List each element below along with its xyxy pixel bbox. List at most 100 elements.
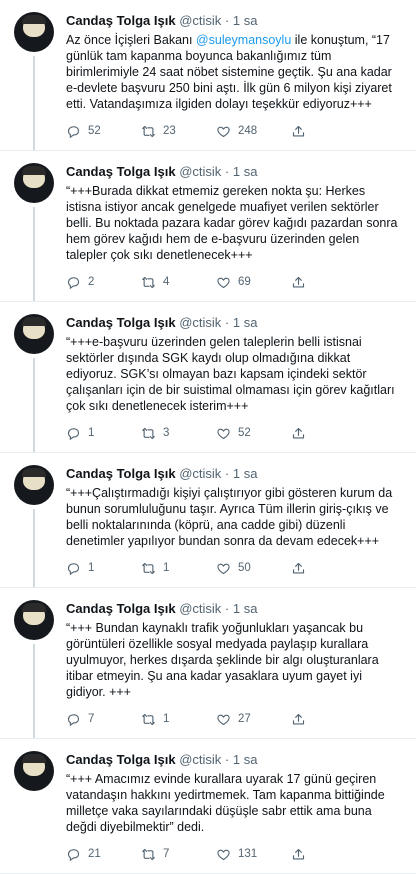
like-button[interactable]: 50 bbox=[216, 561, 291, 576]
retweet-icon bbox=[142, 562, 155, 574]
share-button[interactable] bbox=[291, 561, 313, 576]
tweet-actions: 1 1 50 bbox=[66, 559, 402, 577]
reply-button[interactable]: 1 bbox=[66, 561, 141, 576]
tweet-text-part: “+++ Amacımız evinde kurallara uyarak 17… bbox=[66, 772, 385, 834]
author-handle[interactable]: @ctisik bbox=[179, 13, 221, 28]
reply-button[interactable]: 21 bbox=[66, 847, 141, 862]
tweet-left-column bbox=[14, 163, 54, 301]
share-icon bbox=[292, 562, 305, 573]
avatar-badge bbox=[17, 492, 51, 501]
tweet-actions: 52 23 248 bbox=[66, 122, 402, 140]
author-handle[interactable]: @ctisik bbox=[179, 752, 221, 767]
avatar[interactable] bbox=[14, 12, 54, 52]
author-name[interactable]: Candaş Tolga Işık bbox=[66, 315, 176, 330]
like-button[interactable]: 131 bbox=[216, 847, 291, 862]
retweet-button[interactable]: 7 bbox=[141, 847, 216, 862]
tweet-time[interactable]: 1 sa bbox=[233, 752, 258, 767]
share-button[interactable] bbox=[291, 712, 313, 727]
separator-dot: · bbox=[224, 315, 230, 330]
like-button[interactable]: 248 bbox=[216, 124, 291, 139]
tweet[interactable]: Candaş Tolga Işık @ctisik · 1 sa “+++Çal… bbox=[0, 453, 416, 588]
avatar-hair bbox=[22, 166, 46, 175]
tweet-text-part: “+++e-başvuru üzerinden gelen taleplerin… bbox=[66, 335, 395, 413]
tweet-text: “+++ Amacımız evinde kurallara uyarak 17… bbox=[66, 771, 402, 835]
reply-count: 2 bbox=[88, 276, 95, 288]
retweet-button[interactable]: 3 bbox=[141, 426, 216, 441]
like-count: 69 bbox=[238, 276, 251, 288]
mention-link[interactable]: @suleymansoylu bbox=[196, 33, 291, 47]
retweet-icon bbox=[142, 125, 155, 137]
avatar[interactable] bbox=[14, 163, 54, 203]
author-handle[interactable]: @ctisik bbox=[179, 601, 221, 616]
share-button[interactable] bbox=[291, 275, 313, 290]
separator-dot: · bbox=[224, 601, 230, 616]
like-button[interactable]: 27 bbox=[216, 712, 291, 727]
like-button[interactable]: 52 bbox=[216, 426, 291, 441]
share-button[interactable] bbox=[291, 847, 313, 862]
like-count: 52 bbox=[238, 427, 251, 439]
share-button[interactable] bbox=[291, 426, 313, 441]
author-name[interactable]: Candaş Tolga Işık bbox=[66, 164, 176, 179]
author-handle[interactable]: @ctisik bbox=[179, 164, 221, 179]
tweet-actions: 1 3 52 bbox=[66, 424, 402, 442]
avatar[interactable] bbox=[14, 314, 54, 354]
tweet-actions: 2 4 69 bbox=[66, 273, 402, 291]
reply-icon bbox=[67, 276, 80, 289]
reply-icon bbox=[67, 848, 80, 861]
retweet-button[interactable]: 1 bbox=[141, 712, 216, 727]
reply-button[interactable]: 2 bbox=[66, 275, 141, 290]
avatar-hair bbox=[22, 468, 46, 477]
author-name[interactable]: Candaş Tolga Işık bbox=[66, 466, 176, 481]
tweet-content: Candaş Tolga Işık @ctisik · 1 sa Az önce… bbox=[54, 12, 402, 150]
share-button[interactable] bbox=[291, 124, 313, 139]
tweet-header: Candaş Tolga Işık @ctisik · 1 sa bbox=[66, 600, 402, 617]
tweet-text: “+++Burada dikkat etmemiz gereken nokta … bbox=[66, 183, 402, 263]
tweet-text-part: “+++Çalıştırmadığı kişiyi çalıştırıyor g… bbox=[66, 486, 393, 548]
tweet[interactable]: Candaş Tolga Işık @ctisik · 1 sa “+++ Am… bbox=[0, 739, 416, 874]
avatar[interactable] bbox=[14, 600, 54, 640]
tweet[interactable]: Candaş Tolga Işık @ctisik · 1 sa “+++Bur… bbox=[0, 151, 416, 302]
retweet-count: 3 bbox=[163, 427, 170, 439]
thread-connector-line bbox=[33, 358, 35, 452]
tweet-text-part: Az önce İçişleri Bakanı bbox=[66, 33, 196, 47]
retweet-button[interactable]: 23 bbox=[141, 124, 216, 139]
retweet-button[interactable]: 4 bbox=[141, 275, 216, 290]
reply-button[interactable]: 52 bbox=[66, 124, 141, 139]
avatar[interactable] bbox=[14, 751, 54, 791]
author-handle[interactable]: @ctisik bbox=[179, 466, 221, 481]
tweet-content: Candaş Tolga Işık @ctisik · 1 sa “+++ Bu… bbox=[54, 600, 402, 738]
avatar-hair bbox=[22, 15, 46, 24]
retweet-count: 1 bbox=[163, 562, 170, 574]
tweet-text-part: “+++ Bundan kaynaklı trafik yoğunlukları… bbox=[66, 621, 379, 699]
tweet-time[interactable]: 1 sa bbox=[233, 164, 258, 179]
tweet[interactable]: Candaş Tolga Işık @ctisik · 1 sa Az önce… bbox=[0, 0, 416, 151]
like-count: 27 bbox=[238, 713, 251, 725]
avatar-hair bbox=[22, 317, 46, 326]
author-handle[interactable]: @ctisik bbox=[179, 315, 221, 330]
reply-button[interactable]: 1 bbox=[66, 426, 141, 441]
tweet[interactable]: Candaş Tolga Işık @ctisik · 1 sa “+++ Bu… bbox=[0, 588, 416, 739]
like-button[interactable]: 69 bbox=[216, 275, 291, 290]
tweet-time[interactable]: 1 sa bbox=[233, 315, 258, 330]
tweet-header: Candaş Tolga Işık @ctisik · 1 sa bbox=[66, 12, 402, 29]
avatar[interactable] bbox=[14, 465, 54, 505]
tweet-time[interactable]: 1 sa bbox=[233, 13, 258, 28]
avatar-badge bbox=[17, 190, 51, 199]
share-icon bbox=[292, 848, 305, 859]
author-name[interactable]: Candaş Tolga Işık bbox=[66, 13, 176, 28]
retweet-icon bbox=[142, 427, 155, 439]
reply-button[interactable]: 7 bbox=[66, 712, 141, 727]
avatar-hair bbox=[22, 754, 46, 763]
retweet-count: 7 bbox=[163, 848, 170, 860]
tweet-time[interactable]: 1 sa bbox=[233, 601, 258, 616]
retweet-count: 1 bbox=[163, 713, 170, 725]
tweet-content: Candaş Tolga Işık @ctisik · 1 sa “+++ Am… bbox=[54, 751, 402, 873]
tweet-content: Candaş Tolga Işık @ctisik · 1 sa “+++e-b… bbox=[54, 314, 402, 452]
tweet[interactable]: Candaş Tolga Işık @ctisik · 1 sa “+++e-b… bbox=[0, 302, 416, 453]
tweet-time[interactable]: 1 sa bbox=[233, 466, 258, 481]
reply-icon bbox=[67, 125, 80, 138]
retweet-button[interactable]: 1 bbox=[141, 561, 216, 576]
author-name[interactable]: Candaş Tolga Işık bbox=[66, 752, 176, 767]
author-name[interactable]: Candaş Tolga Işık bbox=[66, 601, 176, 616]
separator-dot: · bbox=[224, 13, 230, 28]
